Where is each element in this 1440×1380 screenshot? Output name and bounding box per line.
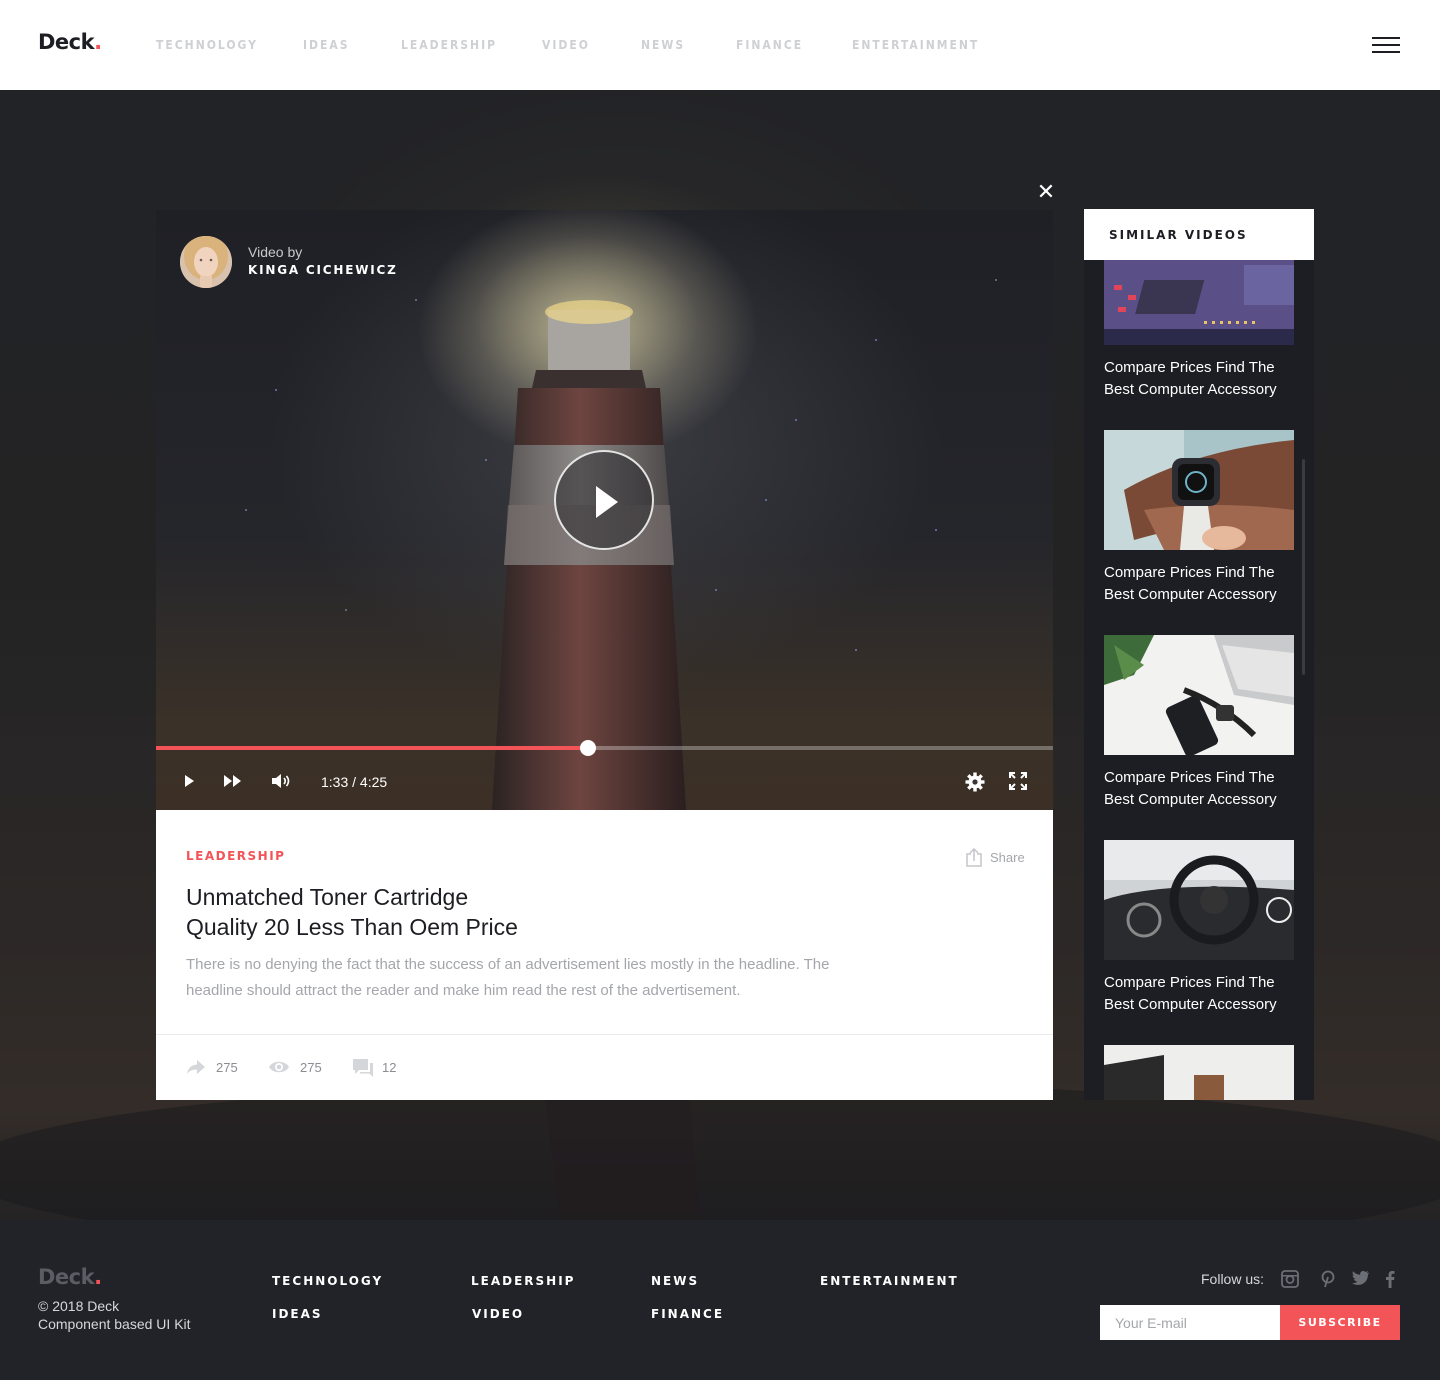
footer-link-finance[interactable]: FINANCE [651,1307,724,1321]
similar-video-title[interactable]: Compare Prices Find The Best Computer Acc… [1104,562,1294,606]
video-title: Unmatched Toner Cartridge Quality 20 Les… [186,884,518,940]
site-header: Deck. TECHNOLOGY IDEAS LEADERSHIP VIDEO … [0,0,1440,90]
footer-link-leadership[interactable]: LEADERSHIP [471,1274,575,1288]
footer-link-ideas[interactable]: IDEAS [272,1307,323,1321]
footer-link-entertainment[interactable]: ENTERTAINMENT [820,1274,959,1288]
footer-logo[interactable]: Deck. [38,1265,102,1289]
volume-icon[interactable] [271,773,293,794]
subscribe-button[interactable]: SUBSCRIBE [1280,1305,1400,1340]
fast-forward-icon[interactable] [222,773,244,794]
nav-finance[interactable]: FINANCE [736,38,803,52]
video-by-label: Video by [248,244,303,260]
footer-link-video[interactable]: VIDEO [472,1307,524,1321]
comment-icon [353,1059,373,1077]
nav-video[interactable]: VIDEO [542,38,590,52]
divider [156,1034,1053,1035]
facebook-icon[interactable] [1385,1270,1395,1293]
time-display: 1:33 / 4:25 [321,774,388,790]
progress-bar[interactable] [156,740,1053,756]
play-icon [596,486,618,518]
footer-link-technology[interactable]: TECHNOLOGY [272,1274,383,1288]
settings-icon[interactable] [965,772,985,797]
pinterest-icon[interactable] [1320,1270,1336,1293]
nav-entertainment[interactable]: ENTERTAINMENT [852,38,979,52]
video-player[interactable]: Video by KINGA CICHEWICZ 1:33 / 4:25 [156,210,1053,810]
category-label[interactable]: LEADERSHIP [186,849,285,863]
play-icon[interactable] [182,773,196,794]
close-icon[interactable]: ✕ [1036,182,1056,204]
video-info-card: LEADERSHIP Share Unmatched Toner Cartrid… [156,810,1053,1100]
nav-technology[interactable]: TECHNOLOGY [156,38,258,52]
twitter-icon[interactable] [1352,1270,1370,1291]
site-footer: Deck. © 2018 Deck Component based UI Kit… [0,1220,1440,1380]
nav-leadership[interactable]: LEADERSHIP [401,38,497,52]
scrollbar[interactable] [1302,459,1305,675]
follow-label: Follow us: [1201,1271,1265,1287]
eye-icon [269,1061,289,1073]
logo[interactable]: Deck. [38,30,102,54]
video-thumbnail[interactable] [1104,840,1294,960]
video-description: There is no denying the fact that the su… [186,956,830,999]
avatar[interactable] [180,236,232,288]
similar-video-title[interactable]: Compare Prices Find The Best Computer Acc… [1104,972,1294,1016]
similar-videos-title: SIMILAR VIDEOS [1109,228,1248,242]
progress-fill [156,746,589,750]
fullscreen-icon[interactable] [1009,772,1027,795]
email-field[interactable] [1100,1305,1280,1340]
nav-ideas[interactable]: IDEAS [303,38,350,52]
instagram-icon[interactable] [1281,1270,1299,1293]
similar-video-title[interactable]: Compare Prices Find The Best Computer Acc… [1104,357,1294,401]
similar-videos-header: SIMILAR VIDEOS [1084,209,1314,260]
author-name[interactable]: KINGA CICHEWICZ [248,263,398,277]
share-arrow-icon [187,1060,205,1074]
play-button[interactable] [554,450,654,550]
video-thumbnail[interactable] [1104,635,1294,755]
footer-copyright: © 2018 Deck Component based UI Kit [38,1298,191,1332]
similar-video-title[interactable]: Compare Prices Find The Best Computer Acc… [1104,767,1294,811]
share-icon [966,848,982,867]
similar-videos-panel[interactable]: Compare Prices Find The Best Computer Acc… [1084,209,1314,1100]
video-thumbnail[interactable] [1104,430,1294,550]
video-thumbnail[interactable] [1104,1045,1294,1100]
hamburger-icon[interactable] [1372,37,1400,54]
nav-news[interactable]: NEWS [641,38,685,52]
share-label: Share [990,850,1025,865]
footer-link-news[interactable]: NEWS [651,1274,699,1288]
